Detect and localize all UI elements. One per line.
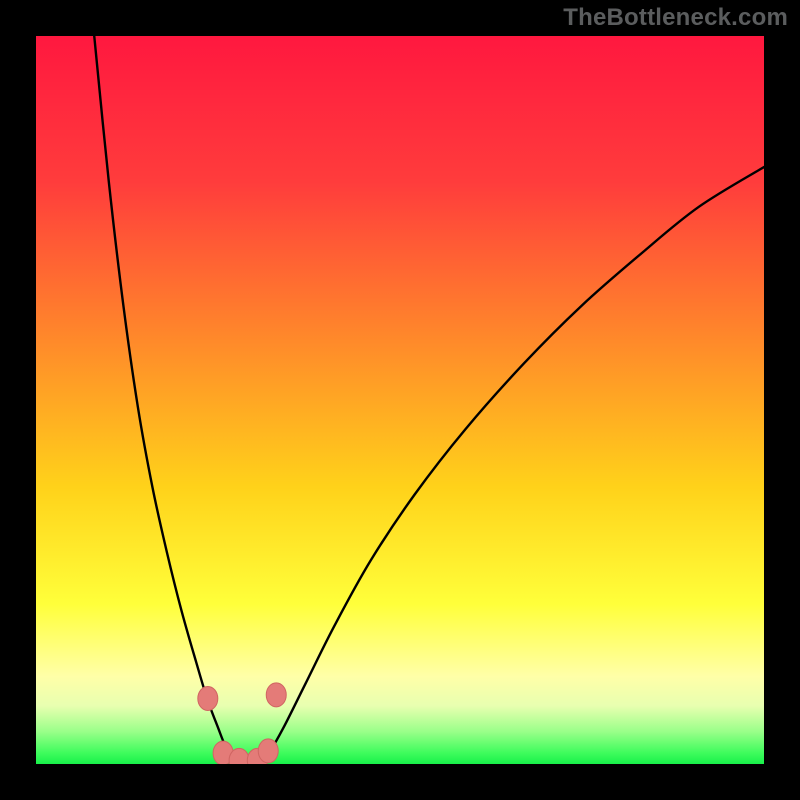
gradient-background (36, 36, 764, 764)
plot-area (36, 36, 764, 764)
watermark-text: TheBottleneck.com (563, 4, 788, 32)
chart-frame: TheBottleneck.com (0, 0, 800, 800)
curve-marker (258, 739, 278, 763)
curve-marker (266, 683, 286, 707)
chart-svg (36, 36, 764, 764)
curve-marker (198, 686, 218, 710)
